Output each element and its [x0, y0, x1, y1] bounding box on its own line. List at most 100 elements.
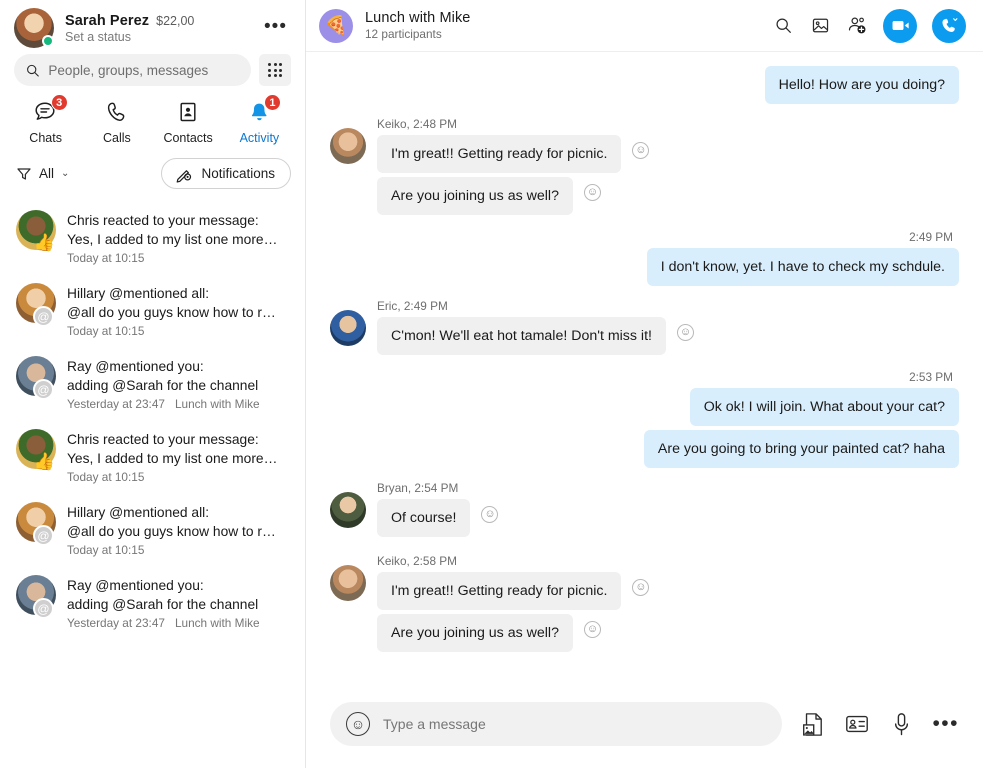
avatar: @ — [16, 283, 56, 323]
message-row: I don't know, yet. I have to check my sc… — [330, 248, 959, 286]
timestamp: Yesterday at 23:47 — [67, 616, 165, 630]
message-row: Hello! How are you doing? — [330, 66, 959, 104]
notification-headline: Chris reacted to your message: — [67, 211, 291, 230]
sender-name-and-time: Keiko, 2:58 PM — [377, 554, 959, 568]
profile-text: Sarah Perez $22,00 Set a status — [65, 13, 260, 44]
contact-card-icon[interactable] — [844, 711, 870, 737]
list-item[interactable]: 👍Chris reacted to your message:Yes, I ad… — [0, 420, 305, 493]
notification-preview: adding @Sarah for the channel — [67, 376, 291, 395]
gallery-icon[interactable] — [809, 15, 831, 37]
list-item[interactable]: @Ray @mentioned you:adding @Sarah for th… — [0, 347, 305, 420]
message-bubble-outgoing[interactable]: Hello! How are you doing? — [765, 66, 959, 104]
list-item[interactable]: @ Hillary @mentioned all:@all do you guys… — [0, 493, 305, 566]
tab-activity[interactable]: 1 Activity — [224, 99, 295, 145]
add-reaction-icon[interactable]: ☺ — [677, 324, 694, 341]
list-item[interactable]: 👍Chris reacted to your message:Yes, I ad… — [0, 201, 305, 274]
list-item[interactable]: @Ray @mentioned you:adding @Sarah for th… — [0, 566, 305, 639]
message-bubble-outgoing[interactable]: I don't know, yet. I have to check my sc… — [647, 248, 959, 286]
dialpad-button[interactable] — [259, 54, 291, 86]
message-row: Are you joining us as well? ☺ — [377, 614, 959, 652]
avatar[interactable] — [330, 565, 366, 601]
message-bubble-outgoing[interactable]: Are you going to bring your painted cat?… — [644, 430, 959, 468]
search-input[interactable] — [48, 63, 239, 78]
chat-header: 🍕 Lunch with Mike 12 participants — [306, 0, 983, 52]
tab-calls-label: Calls — [103, 131, 131, 145]
notification-meta: Today at 10:15 — [67, 470, 291, 484]
phone-icon — [106, 99, 128, 125]
search-icon[interactable] — [772, 15, 794, 37]
message-thread: Hello! How are you doing?Keiko, 2:48 PMI… — [306, 52, 983, 686]
sender-name-and-time: Eric, 2:49 PM — [377, 299, 959, 313]
chat-title-wrap[interactable]: Lunch with Mike 12 participants — [365, 10, 772, 41]
tab-calls[interactable]: Calls — [81, 99, 152, 145]
notifications-settings-button[interactable]: Notifications — [161, 158, 291, 189]
avatar: 👍 — [16, 429, 56, 469]
avatar[interactable] — [330, 492, 366, 528]
profile-row[interactable]: Sarah Perez $22,00 Set a status ••• — [0, 0, 305, 52]
avatar-image — [330, 492, 366, 528]
message-bubble-incoming[interactable]: I'm great!! Getting ready for picnic. — [377, 572, 621, 610]
avatar-image — [330, 565, 366, 601]
set-status-link[interactable]: Set a status — [65, 30, 260, 44]
avatar[interactable] — [330, 310, 366, 346]
notification-preview: @all do you guys know how to r… — [67, 522, 291, 541]
avatar[interactable] — [14, 8, 54, 48]
notification-preview: @all do you guys know how to r… — [67, 303, 291, 322]
sender-name-and-time: Bryan, 2:54 PM — [377, 481, 959, 495]
group-avatar[interactable]: 🍕 — [319, 9, 353, 43]
add-people-icon[interactable] — [846, 15, 868, 37]
emoji-picker-icon[interactable]: ☺ — [346, 712, 370, 736]
avatar-image — [330, 310, 366, 346]
timestamp: Today at 10:15 — [67, 324, 144, 338]
filter-icon — [16, 166, 32, 182]
notification-headline: Hillary @mentioned all: — [67, 503, 291, 522]
tab-chats-label: Chats — [29, 131, 62, 145]
notification-headline: Ray @mentioned you: — [67, 576, 291, 595]
message-bubble-incoming[interactable]: Are you joining us as well? — [377, 177, 573, 215]
add-reaction-icon[interactable]: ☺ — [584, 184, 601, 201]
dialpad-icon — [268, 63, 282, 77]
profile-credit: $22,00 — [156, 14, 194, 28]
filter-label: All — [39, 166, 54, 181]
mention-badge-icon: @ — [33, 525, 54, 546]
message-row: Are you going to bring your painted cat?… — [330, 430, 959, 468]
notifications-button-label: Notifications — [201, 166, 275, 181]
mention-badge-icon: @ — [33, 379, 54, 400]
sidebar: Sarah Perez $22,00 Set a status ••• — [0, 0, 306, 768]
message-column: Keiko, 2:58 PM I'm great!! Getting ready … — [377, 554, 959, 656]
add-reaction-icon[interactable]: ☺ — [584, 621, 601, 638]
tab-chats[interactable]: 3 Chats — [10, 99, 81, 145]
avatar-image — [330, 128, 366, 164]
message-bubble-incoming[interactable]: Are you joining us as well? — [377, 614, 573, 652]
message-bubble-outgoing[interactable]: Ok ok! I will join. What about your cat? — [690, 388, 959, 426]
message-bubble-incoming[interactable]: C'mon! We'll eat hot tamale! Don't miss … — [377, 317, 666, 355]
message-input[interactable] — [383, 716, 766, 732]
avatar: 👍 — [16, 210, 56, 250]
profile-more-button[interactable]: ••• — [260, 16, 291, 38]
incoming-message-group: Eric, 2:49 PM C'mon! We'll eat hot tamale… — [330, 299, 959, 359]
message-bubble-incoming[interactable]: Of course! — [377, 499, 470, 537]
attach-image-icon[interactable] — [800, 711, 826, 737]
notification-meta: Today at 10:15 — [67, 543, 291, 557]
add-reaction-icon[interactable]: ☺ — [481, 506, 498, 523]
message-column: Bryan, 2:54 PM Of course! ☺ — [377, 481, 959, 541]
message-bubble-incoming[interactable]: I'm great!! Getting ready for picnic. — [377, 135, 621, 173]
more-options-icon[interactable]: ••• — [932, 720, 959, 728]
add-reaction-icon[interactable]: ☺ — [632, 579, 649, 596]
filter-row: All ⌄ Notifications — [0, 145, 305, 199]
filter-dropdown[interactable]: All ⌄ — [16, 166, 69, 182]
bell-icon: 1 — [248, 99, 271, 125]
video-call-button[interactable] — [883, 9, 917, 43]
chevron-down-icon: ⌄ — [61, 168, 69, 179]
avatar[interactable] — [330, 128, 366, 164]
message-row: C'mon! We'll eat hot tamale! Don't miss … — [377, 317, 959, 355]
microphone-icon[interactable] — [888, 711, 914, 737]
notification-headline: Hillary @mentioned all: — [67, 284, 291, 303]
add-reaction-icon[interactable]: ☺ — [632, 142, 649, 159]
compose-box[interactable]: ☺ — [330, 702, 782, 746]
audio-call-button[interactable] — [932, 9, 966, 43]
search-box[interactable] — [14, 54, 251, 86]
tab-contacts[interactable]: Contacts — [153, 99, 224, 145]
search-row — [0, 52, 305, 86]
list-item[interactable]: @ Hillary @mentioned all:@all do you guys… — [0, 274, 305, 347]
